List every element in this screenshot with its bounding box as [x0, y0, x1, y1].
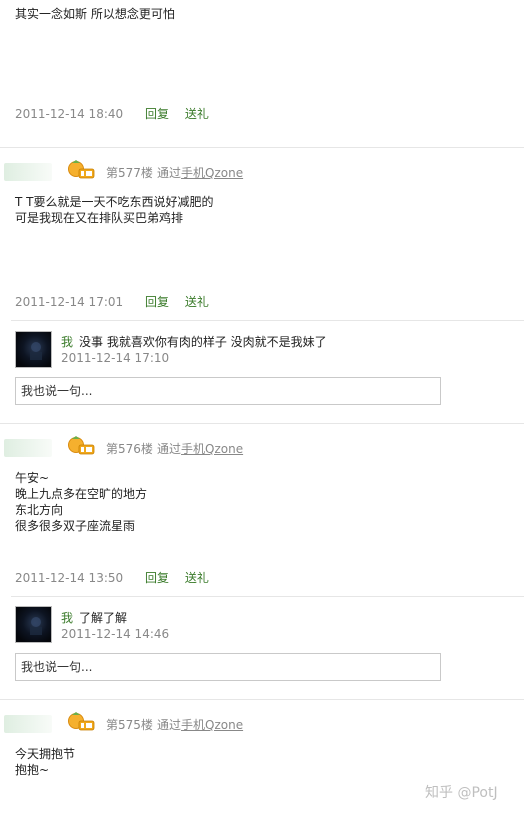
post-text-line: 今天拥抱节 — [15, 747, 76, 761]
reply-separator — [11, 320, 524, 321]
post-source: 通过手机Qzone — [157, 440, 243, 457]
post-meta: 2011-12-14 13:50 回复 送礼 — [15, 569, 209, 586]
author-name-blurred[interactable] — [4, 715, 52, 733]
via-link[interactable]: 手机Qzone — [181, 718, 243, 732]
post-header: 第576楼 通过手机Qzone — [0, 436, 524, 460]
reply-author[interactable]: 我 — [61, 611, 73, 625]
post-text-line: 很多很多双子座流星雨 — [15, 519, 136, 533]
comment-input[interactable] — [15, 653, 441, 681]
avatar[interactable] — [15, 331, 52, 368]
post-text-line: 抱抱~ — [15, 763, 50, 777]
via-prefix: 通过 — [157, 166, 182, 180]
reply-author[interactable]: 我 — [61, 335, 73, 349]
post-time: 2011-12-14 13:50 — [15, 571, 124, 585]
post-time: 2011-12-14 18:40 — [15, 107, 124, 121]
reply-text: 了解了解 — [79, 611, 128, 625]
post-text-line: 其实一念如斯 所以想念更可怕 — [15, 7, 175, 21]
post-text-line: 晚上九点多在空旷的地方 — [15, 487, 148, 501]
post-header: 第577楼 通过手机Qzone — [0, 160, 524, 184]
vip-badge-icon[interactable] — [67, 436, 95, 456]
floor-number: 第575楼 — [106, 718, 153, 732]
gift-button[interactable]: 送礼 — [185, 295, 209, 309]
author-name-blurred[interactable] — [4, 163, 52, 181]
gift-button[interactable]: 送礼 — [185, 107, 209, 121]
avatar[interactable] — [15, 606, 52, 643]
post-separator — [0, 147, 524, 148]
post-source: 通过手机Qzone — [157, 716, 243, 733]
post-separator — [0, 699, 524, 700]
via-link[interactable]: 手机Qzone — [181, 166, 243, 180]
watermark: 知乎 @PotJ — [425, 785, 498, 801]
reply-content: 我没事 我就喜欢你有肉的样子 没肉就不是我妹了 — [61, 333, 327, 350]
reply-time: 2011-12-14 17:10 — [61, 351, 170, 365]
post-header: 第575楼 通过手机Qzone — [0, 712, 524, 736]
via-prefix: 通过 — [157, 442, 182, 456]
reply-button[interactable]: 回复 — [145, 107, 169, 121]
author-name-blurred[interactable] — [4, 439, 52, 457]
vip-badge-icon[interactable] — [67, 160, 95, 180]
reply-text: 没事 我就喜欢你有肉的样子 没肉就不是我妹了 — [79, 335, 327, 349]
post-text-line: 东北方向 — [15, 503, 64, 517]
vip-badge-icon[interactable] — [67, 712, 95, 732]
post-text-line: 午安~ — [15, 471, 50, 485]
reply-button[interactable]: 回复 — [145, 295, 169, 309]
via-prefix: 通过 — [157, 718, 182, 732]
post-text-line: T T要么就是一天不吃东西说好减肥的 — [15, 195, 214, 209]
reply-content: 我了解了解 — [61, 609, 127, 626]
reply-time: 2011-12-14 14:46 — [61, 627, 170, 641]
post-time: 2011-12-14 17:01 — [15, 295, 124, 309]
via-link[interactable]: 手机Qzone — [181, 442, 243, 456]
post-source: 通过手机Qzone — [157, 164, 243, 181]
post-text-line: 可是我现在又在排队买巴弟鸡排 — [15, 211, 184, 225]
comment-input[interactable] — [15, 377, 441, 405]
post-meta: 2011-12-14 18:40 回复 送礼 — [15, 105, 209, 122]
reply-button[interactable]: 回复 — [145, 571, 169, 585]
post-separator — [0, 423, 524, 424]
floor-number: 第577楼 — [106, 166, 153, 180]
reply-separator — [11, 596, 524, 597]
gift-button[interactable]: 送礼 — [185, 571, 209, 585]
post-meta: 2011-12-14 17:01 回复 送礼 — [15, 293, 209, 310]
floor-number: 第576楼 — [106, 442, 153, 456]
